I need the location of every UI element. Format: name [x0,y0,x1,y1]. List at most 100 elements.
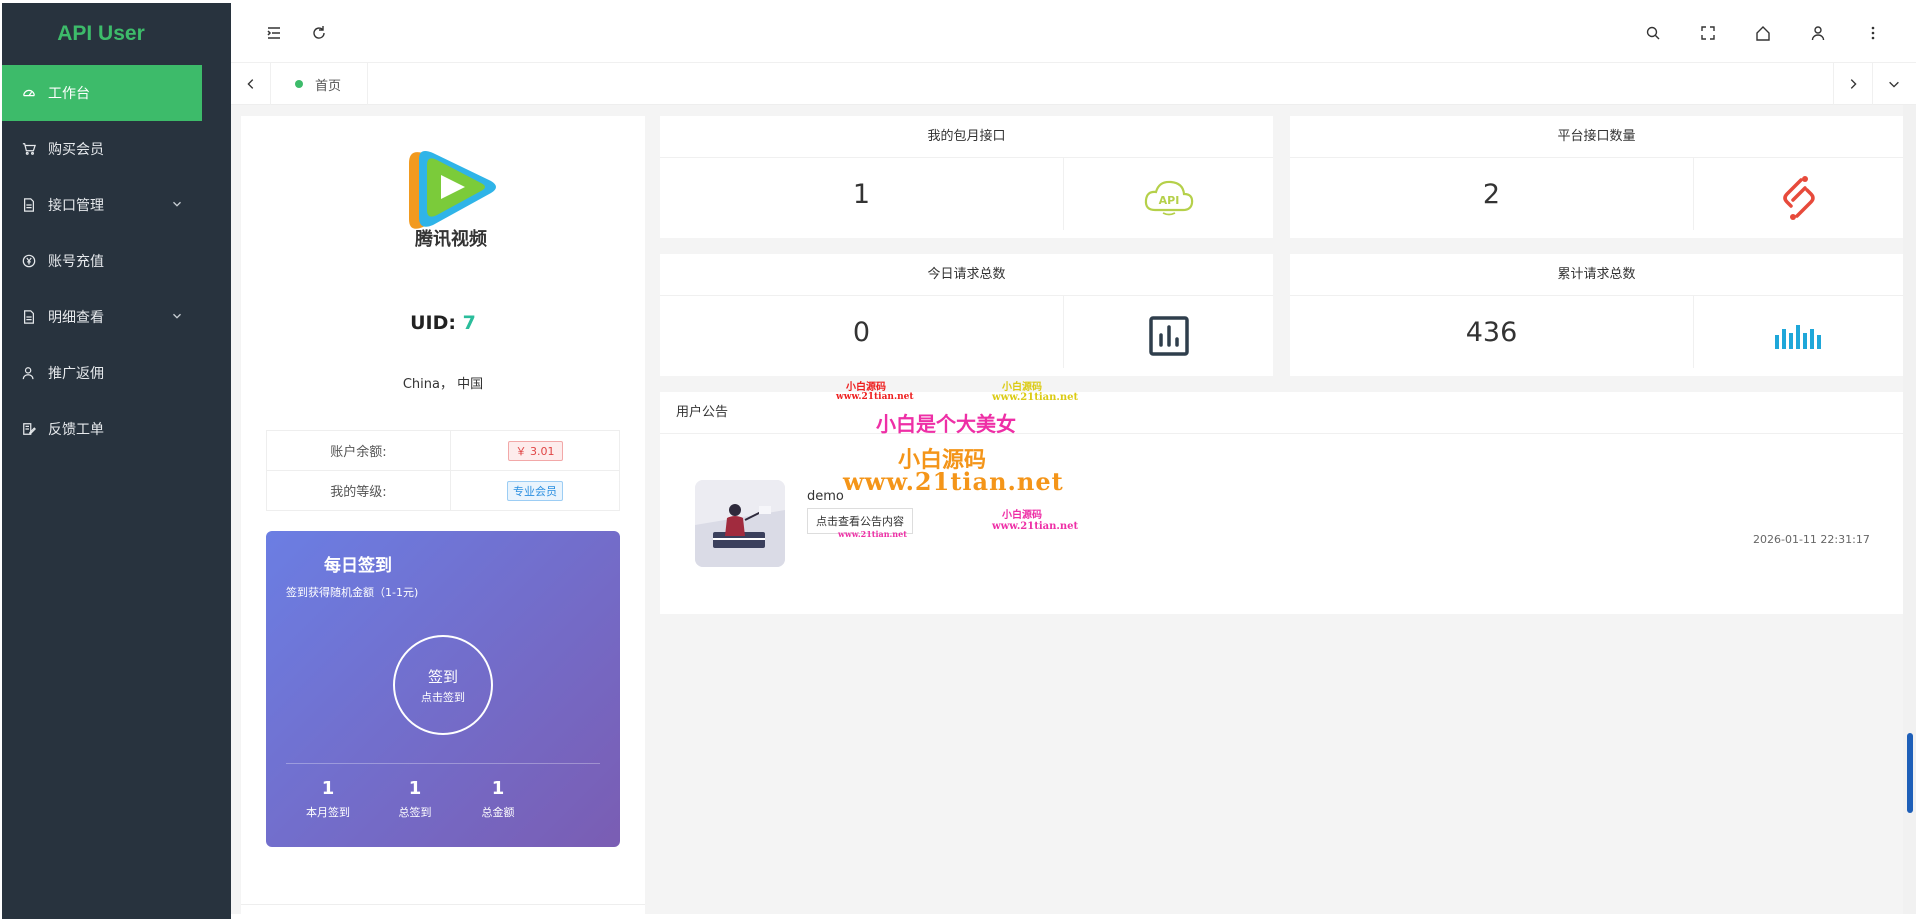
more-vertical-icon [1871,26,1875,40]
active-tab-dot [295,80,303,88]
svg-text:腾讯视频: 腾讯视频 [415,228,487,250]
uid-value: 7 [462,312,476,334]
uid-display: UID: 7 [241,312,645,334]
watermark-url: www.21tian.net [843,467,1064,496]
signin-button-label: 签到 [427,667,458,686]
stat-card-monthly-apis: 我的包月接口 1 API [660,116,1273,238]
user-icon [1811,26,1825,41]
divider [286,763,600,764]
card-title: 我的包月接口 [660,116,1273,158]
home-button[interactable] [1751,21,1775,45]
sidebar-item-label: 账号充值 [48,254,104,270]
balance-badge: ￥ 3.01 [507,440,563,461]
cart-icon [22,142,36,156]
refresh-button[interactable] [307,21,331,45]
file-icon [22,310,36,324]
card-value: 436 [1290,296,1694,368]
sidebar-item-buy-membership[interactable]: 购买会员 [2,121,202,177]
signin-button[interactable]: 签到 点击签到 [393,635,493,735]
tab-home[interactable]: 首页 [273,63,368,105]
signin-stat-amount: 1 总金额 [481,778,515,819]
link-icon [1694,158,1903,238]
main-content: 腾讯视频 UID: 7 China， 中国 账户余额: ￥ 3.01 我的等级:… [231,105,1903,914]
tabs-bar: 首页 [231,63,1916,105]
home-icon [1756,26,1770,41]
search-icon [1646,26,1660,40]
menu-fold-icon [267,27,280,39]
sidebar-item-label: 明细查看 [48,310,104,326]
signin-stat-month: 1 本月签到 [306,778,350,819]
announcement-time: 2026-01-11 22:31:17 [1753,533,1870,546]
uid-label: UID: [410,312,456,334]
tabs-dropdown-button[interactable] [1874,63,1914,105]
card-title: 今日请求总数 [660,254,1273,296]
watermark-big-text: 小白是个大美女 [876,412,1016,436]
stat-card-platform-apis: 平台接口数量 2 [1290,116,1903,238]
chevron-left-icon [246,79,253,89]
sidebar-item-label: 购买会员 [48,142,104,158]
fullscreen-button[interactable] [1696,21,1720,45]
table-row: 我的等级: 专业会员 [266,470,620,511]
menu-toggle-button[interactable] [262,21,286,45]
file-icon [22,198,36,212]
sidebar-item-label: 接口管理 [48,198,104,214]
signin-title: 每日签到 [324,556,392,576]
cloud-api-icon: API [1064,158,1273,238]
signin-button-sublabel: 点击签到 [421,690,465,704]
dashboard-icon [22,86,36,100]
sidebar-item-feedback[interactable]: 反馈工单 [2,401,202,457]
sidebar-item-referral[interactable]: 推广返佣 [2,345,202,401]
chevron-down-icon [173,201,181,207]
watermark-url: www.21tian.net [836,392,914,402]
level-badge: 专业会员 [507,480,563,501]
app: API User 工作台 购买会员 接口管理 账号充值 明细查看 推广返佣 反馈… [0,0,1916,919]
watermark-text: 小白源码 [1002,382,1042,393]
sidebar-item-label: 推广返佣 [48,366,104,382]
level-label: 我的等级: [266,470,451,511]
sidebar-item-api-management[interactable]: 接口管理 [2,177,202,233]
card-value: 0 [660,296,1064,368]
tabs-scroll-right-button[interactable] [1833,63,1873,105]
tencent-video-logo: 腾讯视频 [401,141,501,251]
card-value: 2 [1290,158,1694,230]
watermark-url: www.21tian.net [838,529,907,539]
top-toolbar [231,3,1916,63]
brand-title: API User [57,22,145,45]
signin-stat-total: 1 总签到 [398,778,432,819]
divider [241,904,645,905]
search-button[interactable] [1641,21,1665,45]
fullscreen-icon [1701,26,1715,40]
sidebar-menu: 工作台 购买会员 接口管理 账号充值 明细查看 推广返佣 反馈工单 [2,65,231,457]
sidebar-item-recharge[interactable]: 账号充值 [2,233,202,289]
card-title: 平台接口数量 [1290,116,1903,158]
card-value: 1 [660,158,1064,230]
announcement-panel: 用户公告 demo 点击查看公告内容 2026-01-11 22:31:17 [660,392,1903,614]
user-menu-button[interactable] [1806,21,1830,45]
stat-card-total-requests: 累计请求总数 436 [1290,254,1903,376]
scrollbar-thumb[interactable] [1907,733,1913,813]
more-button[interactable] [1861,21,1885,45]
announcement-thumbnail [695,480,785,567]
page-scrollbar[interactable] [1903,105,1916,914]
account-info-table: 账户余额: ￥ 3.01 我的等级: 专业会员 [266,430,620,511]
sidebar-item-label: 工作台 [48,86,90,102]
user-icon [22,366,36,380]
daily-signin-card: 每日签到 签到获得随机金额（1-1元) 签到 点击签到 1 本月签到 1 总签到… [266,531,620,847]
chevron-right-icon [1850,79,1857,89]
location-text: China， 中国 [402,377,484,392]
equalizer-icon [1694,296,1903,376]
signin-subtitle: 签到获得随机金额（1-1元) [286,586,419,599]
watermark-text: 小白源码 [1002,510,1042,521]
sidebar-item-details[interactable]: 明细查看 [2,289,202,345]
tab-home-label: 首页 [315,78,342,94]
sidebar: API User 工作台 购买会员 接口管理 账号充值 明细查看 推广返佣 反馈… [0,0,231,919]
sidebar-item-label: 反馈工单 [48,422,104,438]
profile-panel: 腾讯视频 UID: 7 China， 中国 账户余额: ￥ 3.01 我的等级:… [241,116,645,914]
chevron-down-icon [173,313,181,319]
tabs-scroll-left-button[interactable] [231,63,271,105]
balance-label: 账户余额: [266,430,451,471]
edit-icon [22,422,36,436]
chevron-down-icon [1889,81,1899,88]
sidebar-item-dashboard[interactable]: 工作台 [2,65,202,121]
bar-chart-icon [1064,296,1273,376]
